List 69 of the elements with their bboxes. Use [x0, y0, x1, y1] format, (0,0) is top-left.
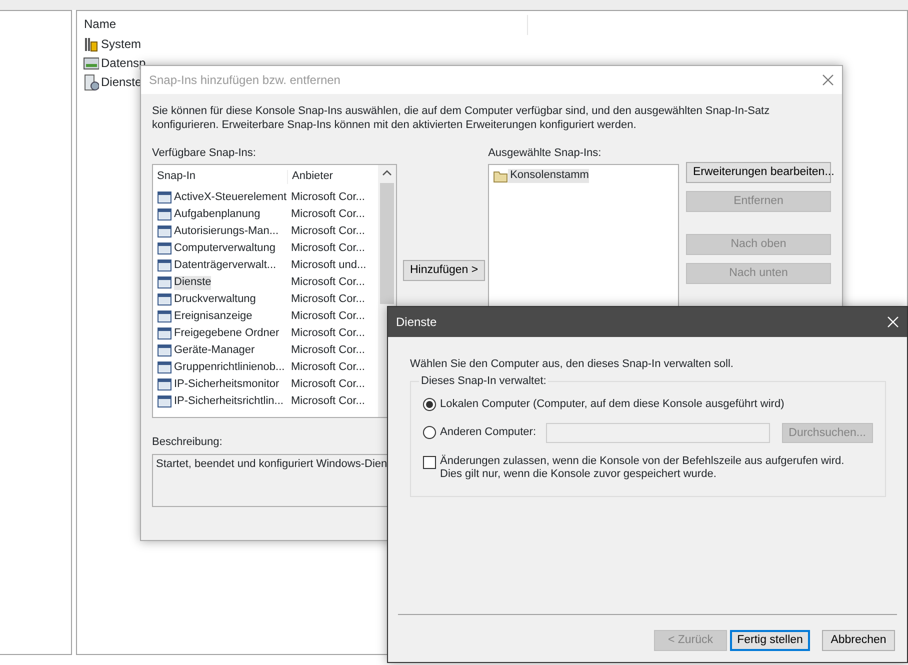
- vendor-cell-text: Microsoft Cor...: [290, 276, 366, 290]
- snapin-name[interactable]: Ereignisanzeige: [174, 310, 252, 324]
- dialog-button[interactable]: Fertig stellen: [730, 630, 810, 651]
- checkbox[interactable]: [423, 456, 436, 468]
- list-item[interactable]: Dienste: [101, 75, 142, 90]
- snapin-name[interactable]: IP-Sicherheitsmonitor: [174, 378, 280, 392]
- snapin-name[interactable]: Autorisierungs-Man...: [174, 224, 279, 239]
- folder-icon: [493, 168, 508, 183]
- vendor-cell-text: Microsoft und...: [290, 258, 368, 273]
- list-item[interactable]: System: [101, 37, 142, 52]
- window-icon: [157, 207, 172, 222]
- snapin-name[interactable]: IP-Sicherheitsrichtlin...: [174, 394, 284, 409]
- instruction-text: Sie können für diese Konsole Snap-Ins auswählen, die auf dem Computer verfügbar sind, und den ausgewählten Snap-In-Satz konfigurieren. Erweiterbare Snap-Ins können mit den aktivierten Erweiterungen konfiguriert werden.: [152, 105, 771, 132]
- window-icon: [157, 394, 172, 410]
- radio-button[interactable]: [423, 426, 436, 439]
- checkbox-label[interactable]: Änderungen zulassen, wenn die Konsole von der Befehlszeile aus aufgerufen wird. Dies gilt nur, wenn die Konsole zuvor gespeichert wurde.: [440, 454, 865, 482]
- window-title: Snap-Ins hinzufügen bzw. entfernen: [149, 72, 340, 88]
- window-icon: [157, 190, 172, 206]
- group-label: Dieses Snap-In verwaltet:: [419, 374, 548, 388]
- vendor-cell-text: Microsoft Cor...: [290, 292, 366, 307]
- column-header[interactable]: Name: [83, 15, 528, 35]
- column-header[interactable]: Anbieter: [287, 170, 375, 184]
- window-icon: [157, 326, 172, 342]
- close-icon: [822, 74, 834, 86]
- window-icon: [157, 292, 172, 308]
- window-title: Dienste: [396, 314, 437, 330]
- vendor-cell-text: Microsoft Cor...: [290, 190, 366, 205]
- window-icon: [157, 377, 172, 392]
- snapin-name[interactable]: Aufgabenplanung: [174, 208, 260, 222]
- radio-label[interactable]: Lokalen Computer (Computer, auf dem diese Konsole ausgeführt wird): [440, 398, 784, 412]
- list-label: Verfügbare Snap-Ins:: [152, 146, 257, 160]
- vendor-cell-text: Microsoft Cor...: [290, 224, 366, 239]
- vendor-cell-text: Microsoft Cor...: [290, 360, 366, 375]
- vendor-cell-text: Microsoft Cor...: [290, 344, 366, 358]
- list-label: Ausgewählte Snap-Ins:: [488, 146, 602, 160]
- snapin-name[interactable]: Computerverwaltung: [174, 242, 276, 256]
- snapin-name[interactable]: ActiveX-Steuerelement: [174, 190, 286, 205]
- snapin-name[interactable]: Geräte-Manager: [174, 344, 255, 358]
- window-icon: [157, 258, 172, 274]
- window-icon: [157, 360, 172, 376]
- vendor-cell-text: Microsoft Cor...: [290, 310, 366, 324]
- vendor-cell-text: Microsoft Cor...: [290, 242, 366, 256]
- vendor-cell-text: Microsoft Cor...: [290, 326, 366, 341]
- snapin-name[interactable]: Datenträgerverwalt...: [174, 258, 276, 273]
- window-icon: [157, 224, 172, 240]
- close-icon: [887, 316, 899, 328]
- vendor-cell-text: Microsoft Cor...: [290, 378, 366, 392]
- storage-icon: [83, 55, 99, 72]
- window-icon: [157, 275, 172, 290]
- add-button[interactable]: Hinzufügen >: [403, 260, 486, 280]
- vendor-cell-text: Microsoft Cor...: [290, 208, 366, 222]
- instruction-text: Wählen Sie den Computer aus, den dieses Snap-In verwalten soll.: [410, 358, 734, 372]
- action-button[interactable]: Erweiterungen bearbeiten...: [686, 162, 831, 182]
- column-header[interactable]: Snap-In: [153, 170, 287, 184]
- dialog-button[interactable]: Abbrechen: [822, 630, 895, 651]
- snapin-name[interactable]: Dienste: [174, 276, 212, 290]
- snapin-name[interactable]: Gruppenrichtlinienob...: [174, 360, 285, 375]
- scrollbar-thumb[interactable]: [380, 183, 394, 304]
- list-item[interactable]: Konsolenstamm: [508, 168, 589, 183]
- snapin-name[interactable]: Freigegebene Ordner: [174, 326, 280, 341]
- vendor-cell-text: Microsoft Cor...: [290, 394, 366, 409]
- close-button[interactable]: [822, 74, 834, 86]
- window-icon: [157, 241, 172, 256]
- snapin-name[interactable]: Druckverwaltung: [174, 292, 256, 307]
- window-icon: [157, 309, 172, 324]
- description-label: Beschreibung:: [152, 436, 224, 450]
- radio-button[interactable]: [423, 398, 436, 411]
- radio-label[interactable]: Anderen Computer:: [440, 426, 542, 440]
- window-icon: [157, 343, 172, 358]
